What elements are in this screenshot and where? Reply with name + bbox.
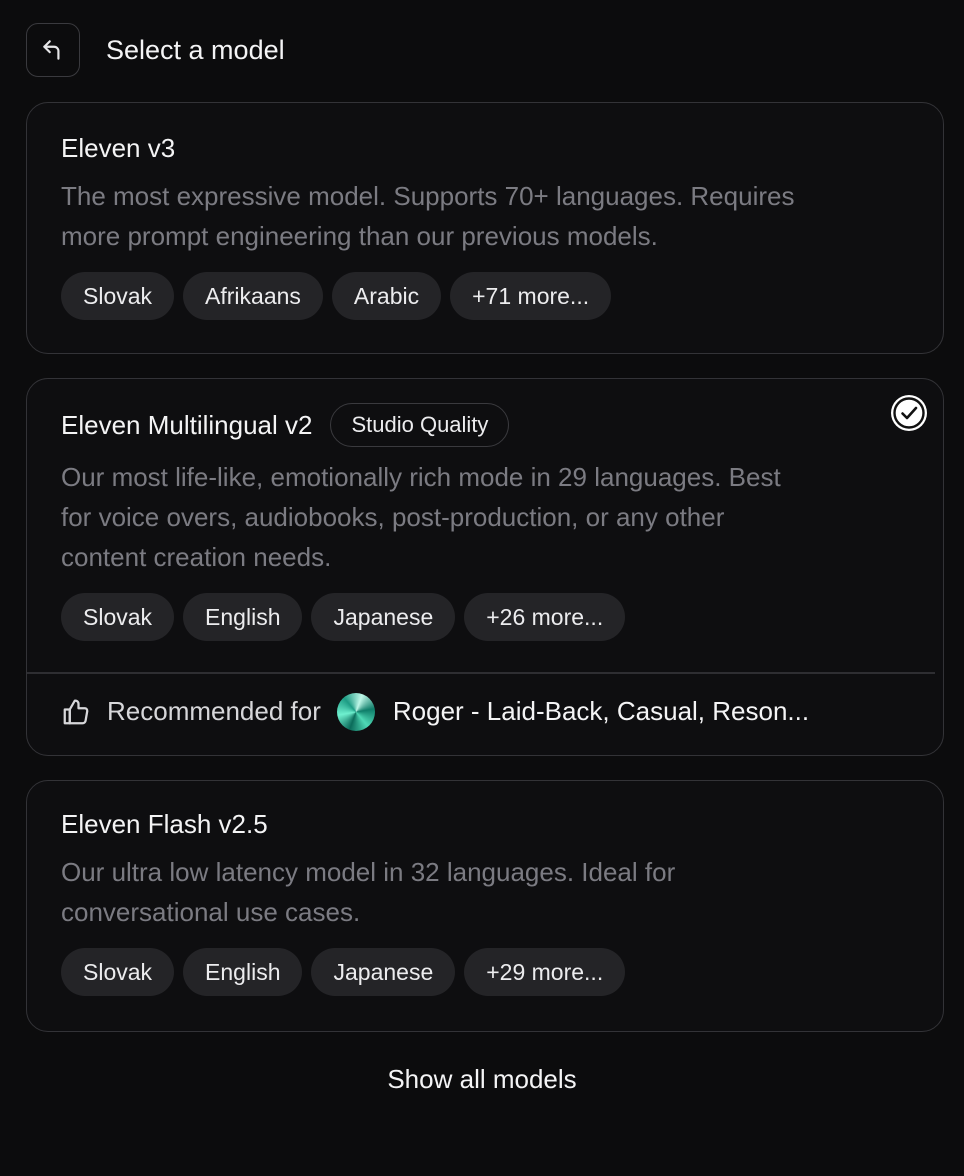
header: Select a model (26, 22, 285, 78)
language-tags: Slovak English Japanese +26 more... (61, 593, 909, 641)
language-tag: Slovak (61, 948, 175, 996)
language-tag: Afrikaans (183, 272, 323, 320)
undo-arrow-icon (43, 40, 60, 60)
recommended-label: Recommended for (107, 696, 321, 726)
language-tags: Slovak Afrikaans Arabic +71 more... (61, 272, 909, 320)
voice-avatar (336, 692, 375, 731)
model-card-eleven-v3[interactable]: Eleven v3 The most expressive model. Sup… (26, 102, 944, 354)
check-circle-icon (891, 395, 927, 431)
language-tag: Slovak (61, 272, 175, 320)
thumbs-up-icon (63, 699, 89, 724)
show-all-models-button[interactable]: Show all models (0, 1064, 964, 1095)
language-tag: Japanese (311, 948, 456, 996)
recommended-row[interactable]: Recommended for Roger - Laid-Back, Casua… (27, 674, 943, 750)
more-languages-tag[interactable]: +29 more... (464, 948, 626, 996)
more-languages-tag[interactable]: +71 more... (450, 272, 612, 320)
model-card-eleven-flash-v2-5[interactable]: Eleven Flash v2.5 Our ultra low latency … (26, 780, 944, 1032)
model-name: Eleven Flash v2.5 (61, 809, 268, 839)
recommended-voice-name[interactable]: Roger - Laid-Back, Casual, Reson... (393, 696, 809, 727)
model-description: The most expressive model. Supports 70+ … (61, 181, 795, 251)
model-description: Our most life-like, emotionally rich mod… (61, 462, 781, 572)
page-title: Select a model (106, 34, 285, 65)
language-tag: Slovak (61, 593, 175, 641)
language-tag: English (183, 948, 303, 996)
language-tag: Arabic (331, 272, 442, 320)
language-tag: English (183, 593, 303, 641)
more-languages-tag[interactable]: +26 more... (464, 593, 626, 641)
back-button[interactable] (26, 23, 80, 77)
language-tag: Japanese (311, 593, 456, 641)
language-tags: Slovak English Japanese +29 more... (61, 948, 909, 996)
model-card-eleven-multilingual-v2[interactable]: Eleven Multilingual v2 Studio Quality Ou… (26, 378, 944, 756)
model-description: Our ultra low latency model in 32 langua… (61, 857, 676, 927)
studio-quality-badge: Studio Quality (330, 403, 510, 447)
model-name: Eleven Multilingual v2 (61, 409, 313, 440)
model-name: Eleven v3 (61, 133, 176, 163)
